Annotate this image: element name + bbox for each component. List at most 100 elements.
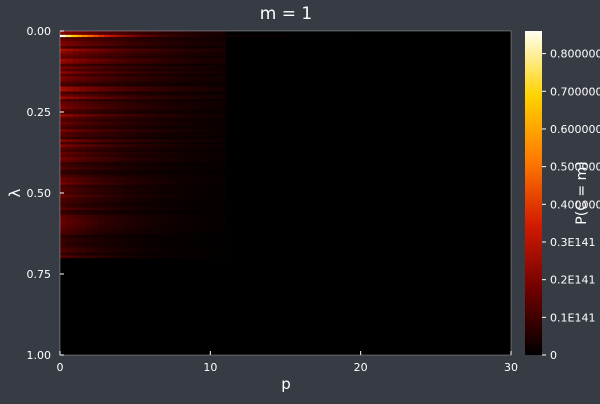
heatmap-cell <box>180 192 188 196</box>
heatmap-cell <box>79 157 86 160</box>
heatmap-cell <box>199 78 207 82</box>
heatmap-cell <box>206 136 214 140</box>
heatmap-cell <box>98 220 105 223</box>
heatmap-cell <box>230 34 237 38</box>
heatmap-cell <box>98 154 105 158</box>
heatmap-cell <box>335 34 342 38</box>
heatmap-cell <box>66 94 74 97</box>
heatmap-cell <box>79 184 86 188</box>
heatmap-cell <box>212 141 220 145</box>
heatmap-cell <box>129 101 137 105</box>
heatmap-cell <box>199 230 207 233</box>
heatmap-cell <box>72 41 80 44</box>
heatmap-cell <box>206 220 214 223</box>
heatmap-cell <box>98 48 105 52</box>
heatmap-cell <box>161 106 169 110</box>
heatmap-cell <box>212 204 220 208</box>
heatmap-cell <box>174 111 182 115</box>
heatmap-cell <box>72 197 80 201</box>
heatmap-cell <box>98 83 105 87</box>
heatmap-cell <box>161 182 169 186</box>
heatmap-cell <box>60 96 67 100</box>
heatmap-cell <box>199 114 207 117</box>
heatmap-cells <box>60 31 226 259</box>
heatmap-cell <box>174 222 182 226</box>
heatmap-cell <box>142 192 150 196</box>
heatmap-cell <box>219 177 226 180</box>
heatmap-cell <box>136 230 144 233</box>
heatmap-cell <box>180 121 188 125</box>
heatmap-cell <box>161 162 169 165</box>
heatmap-cell <box>85 250 93 254</box>
heatmap-cell <box>142 139 150 143</box>
heatmap-cell <box>66 41 74 44</box>
heatmap-cell <box>142 53 150 57</box>
heatmap-cell <box>126 34 133 38</box>
heatmap-cell <box>66 76 74 80</box>
heatmap-cell <box>117 187 125 191</box>
heatmap-cell <box>212 56 220 60</box>
heatmap-cell <box>123 46 131 49</box>
heatmap-cell <box>193 38 201 42</box>
heatmap-cell <box>174 250 182 254</box>
heatmap-cell <box>110 94 118 97</box>
y-tick-label: 0.75 <box>27 268 52 281</box>
heatmap-cell <box>104 96 112 100</box>
heatmap-cell <box>72 187 80 191</box>
heatmap-cell <box>66 46 74 49</box>
heatmap-cell <box>98 237 105 241</box>
heatmap-cell <box>168 58 175 62</box>
heatmap-cell <box>110 106 118 110</box>
heatmap-cell <box>117 71 125 75</box>
heatmap-cell <box>212 63 220 67</box>
heatmap-cell <box>123 146 131 150</box>
heatmap-cell <box>161 63 169 67</box>
heatmap-cell <box>174 134 182 138</box>
heatmap-cell <box>212 46 220 49</box>
heatmap-cell <box>149 99 156 102</box>
heatmap-cell <box>149 192 156 196</box>
heatmap-cell <box>123 99 131 102</box>
heatmap-cell <box>219 151 226 155</box>
heatmap-cell <box>142 184 150 188</box>
heatmap-cell <box>180 162 188 165</box>
heatmap-cell <box>161 179 169 183</box>
heatmap-cell <box>199 61 207 65</box>
heatmap-cell <box>212 255 220 259</box>
heatmap-cell <box>66 146 74 150</box>
heatmap-cell <box>85 227 93 231</box>
heatmap-cell <box>212 192 220 196</box>
heatmap-cell <box>385 34 392 38</box>
heatmap-cell <box>149 154 156 158</box>
heatmap-cell <box>66 109 74 112</box>
heatmap-cell <box>199 159 207 163</box>
heatmap-cell <box>123 141 131 145</box>
heatmap-cell <box>155 56 163 60</box>
heatmap-cell <box>180 255 188 259</box>
heatmap-cell <box>91 154 99 158</box>
heatmap-cell <box>123 232 131 236</box>
colorbar-tick-label: 0.1E141 <box>550 311 595 324</box>
heatmap-cell <box>60 58 67 62</box>
heatmap-cell <box>110 124 118 128</box>
heatmap-cell <box>129 106 137 110</box>
heatmap-cell <box>155 131 163 135</box>
heatmap-cell <box>175 34 182 38</box>
heatmap-cell <box>104 149 112 153</box>
heatmap-cell <box>104 146 112 150</box>
heatmap-cell <box>168 230 175 233</box>
heatmap-cell <box>168 154 175 158</box>
heatmap-cell <box>187 109 194 112</box>
heatmap-cell <box>219 237 226 241</box>
heatmap-cell <box>85 129 93 133</box>
heatmap-cell <box>123 136 131 140</box>
heatmap-cell <box>142 81 150 85</box>
heatmap-cell <box>136 209 144 213</box>
heatmap-cell <box>149 73 156 77</box>
heatmap-cell <box>117 129 125 133</box>
heatmap-cell <box>85 134 93 138</box>
heatmap-cell <box>180 124 188 128</box>
heatmap-cell <box>180 184 188 188</box>
heatmap-cell <box>155 182 163 186</box>
heatmap-cell <box>60 141 67 145</box>
